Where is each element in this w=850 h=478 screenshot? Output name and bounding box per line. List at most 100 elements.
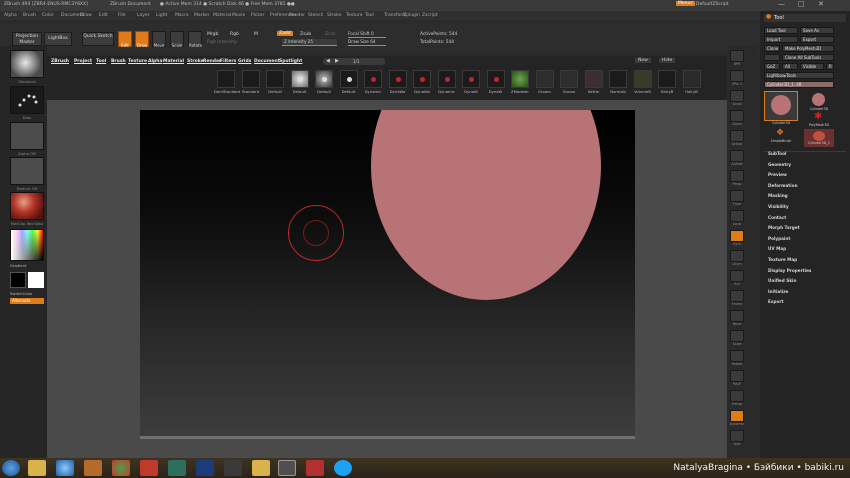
rotate-button[interactable]: Rotate (188, 31, 202, 48)
mrgb-toggle[interactable]: Mrgb (207, 32, 218, 37)
make-polymesh-button[interactable]: Make PolyMesh3D (782, 45, 834, 52)
minimize-icon[interactable]: — (778, 0, 785, 8)
skype-icon[interactable] (334, 460, 352, 476)
menu-file[interactable]: File (118, 13, 126, 18)
shelf-item-18[interactable] (658, 70, 676, 88)
hide-button[interactable]: Hide (659, 58, 676, 63)
menu-marker[interactable]: Marker (194, 13, 210, 18)
right-shelf-floor-button[interactable] (730, 190, 744, 202)
right-shelf-local-button[interactable] (730, 210, 744, 222)
right-shelf-zoom-button[interactable] (730, 110, 744, 122)
right-shelf-persp-button[interactable] (730, 170, 744, 182)
right-shelf-lsym-button[interactable] (730, 250, 744, 262)
all-button[interactable]: All (782, 63, 798, 70)
tool-section-contact[interactable]: Contact (768, 215, 786, 220)
shelf-item-11[interactable] (486, 70, 505, 88)
menu-texture[interactable]: Texture (346, 13, 362, 18)
menu-brush[interactable]: Brush (23, 13, 36, 18)
brush-thumbnail[interactable] (10, 50, 44, 78)
shelf-item-15[interactable] (584, 70, 603, 88)
shelf-item-8[interactable] (413, 70, 431, 88)
tool-section-texture-map[interactable]: Texture Map (768, 257, 797, 262)
tool-section-geometry[interactable]: Geometry (768, 162, 791, 167)
menus-button[interactable]: Menus (676, 1, 695, 6)
shelf-item-12[interactable] (511, 70, 529, 88)
tool-section-unified-skin[interactable]: Unified Skin (768, 278, 796, 283)
switch-color-button[interactable]: SwitchColor (10, 291, 44, 296)
menu-picker[interactable]: Picker (251, 13, 264, 18)
palette-stroke[interactable]: Stroke (187, 59, 204, 64)
canvas-scrollbar[interactable] (140, 436, 635, 439)
z-intensity-slider[interactable]: Z Intensity 25 (282, 39, 337, 46)
palette-texture[interactable]: Texture (128, 59, 147, 64)
folder-icon[interactable] (252, 460, 270, 476)
shelf-item-2[interactable] (266, 70, 284, 88)
alternate-button[interactable]: Alternate (10, 298, 44, 304)
shelf-item-3[interactable] (290, 70, 309, 88)
texture-thumbnail[interactable] (10, 157, 44, 185)
load-tool-button[interactable]: Load Tool (764, 27, 798, 34)
right-shelf-gyro-button[interactable] (730, 230, 744, 242)
right-shelf-solo-button[interactable] (730, 430, 744, 442)
color-swatches[interactable] (10, 272, 44, 288)
palette-alpha[interactable]: Alpha (148, 59, 163, 64)
zcut-toggle[interactable]: Zcut (325, 32, 335, 37)
lightbox-button[interactable]: LightBox (44, 32, 72, 46)
prev-arrow-icon[interactable]: ◀ (326, 58, 330, 64)
tool-thumb-simplebrush[interactable]: ❖ SimpleBrush (764, 128, 798, 146)
alpha-thumbnail[interactable] (10, 122, 44, 150)
edit-button[interactable]: Edit (118, 31, 132, 48)
color-picker[interactable] (10, 229, 44, 261)
right-shelf-rotate-button[interactable] (730, 350, 744, 362)
zbrush-icon[interactable] (278, 460, 296, 476)
palette-zbrush[interactable]: ZBrush (51, 59, 69, 64)
palette-brush[interactable]: Brush (111, 59, 126, 64)
tool-section-visibility[interactable]: Visibility (768, 204, 789, 209)
menu-alpha[interactable]: Alpha (4, 13, 17, 18)
right-shelf-xyz-button[interactable] (730, 270, 744, 282)
shelf-item-10[interactable] (462, 70, 480, 88)
shelf-item-9[interactable] (437, 70, 456, 88)
gradient-label[interactable]: Gradient (10, 263, 44, 268)
next-arrow-icon[interactable]: ▶ (335, 58, 339, 64)
right-shelf-scale-button[interactable] (730, 330, 744, 342)
menu-color[interactable]: Color (42, 13, 54, 18)
menu-movie[interactable]: Movie (232, 13, 245, 18)
tool-section-preview[interactable]: Preview (768, 172, 787, 177)
shelf-item-19[interactable] (682, 70, 701, 88)
clone-button[interactable]: Clone (764, 45, 780, 52)
r-button[interactable]: R (826, 63, 834, 70)
focal-shift-slider[interactable]: Focal Shift 0 (348, 31, 386, 38)
import-button[interactable]: Import (764, 36, 798, 43)
palette-dock-icon[interactable]: ● (766, 13, 771, 20)
visible-button[interactable]: Visible (800, 63, 824, 70)
menu-render[interactable]: Render (289, 13, 305, 18)
pink-sphere[interactable] (371, 110, 601, 300)
tool-section-masking[interactable]: Masking (768, 193, 788, 198)
tool-section-subtool[interactable]: SubTool (768, 151, 786, 156)
clone-all-subtools-prefix[interactable] (764, 54, 780, 61)
app-icon-2[interactable] (306, 460, 324, 476)
close-icon[interactable]: ✕ (818, 0, 824, 8)
right-shelf-aahalf-button[interactable] (730, 150, 744, 162)
palette-project[interactable]: Project (74, 59, 92, 64)
tool-thumb-cylinder-1[interactable]: Cylinder3D_1 (804, 129, 834, 147)
internet-explorer-icon[interactable] (56, 460, 74, 476)
shelf-item-16[interactable] (609, 70, 627, 88)
move-button[interactable]: Move (152, 31, 166, 48)
menu-light[interactable]: Light (156, 13, 167, 18)
clone-all-subtools-button[interactable]: Clone All SubTools (782, 54, 834, 61)
export-button[interactable]: Export (800, 36, 834, 43)
explorer-icon[interactable] (28, 460, 46, 476)
menu-material[interactable]: Material (213, 13, 231, 18)
stroke-thumbnail[interactable] (10, 86, 44, 114)
zadd-toggle[interactable]: Zadd (277, 31, 293, 36)
shelf-item-7[interactable] (388, 70, 407, 88)
shelf-item-17[interactable] (633, 70, 652, 88)
menu-layer[interactable]: Layer (137, 13, 150, 18)
canvas[interactable] (140, 110, 635, 438)
menu-zplugin[interactable]: Zplugin (403, 13, 420, 18)
shelf-item-14[interactable] (560, 70, 578, 88)
tool-section-uv-map[interactable]: UV Map (768, 246, 786, 251)
shelf-item-1[interactable] (241, 70, 260, 88)
